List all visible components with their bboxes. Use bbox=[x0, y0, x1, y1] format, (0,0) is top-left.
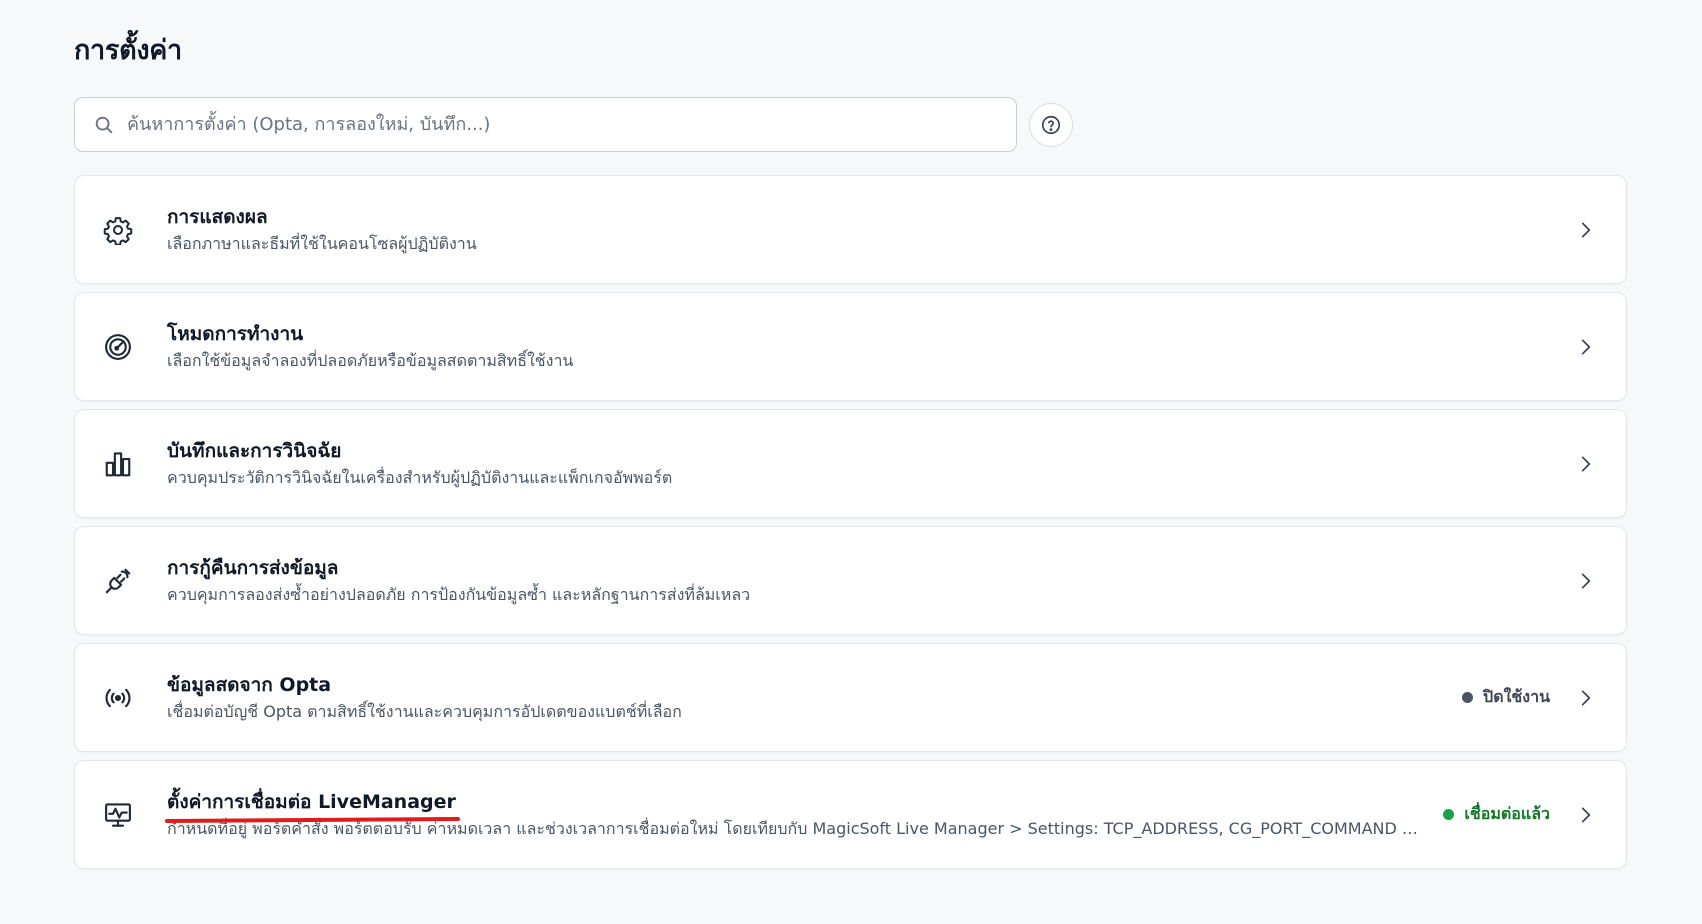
status-dot bbox=[1443, 809, 1455, 820]
status-badge: ปิดใช้งาน bbox=[1462, 685, 1550, 710]
bar-chart-icon bbox=[105, 451, 131, 476]
card-icon-wrap bbox=[101, 330, 135, 364]
card-icon-wrap bbox=[101, 213, 135, 247]
chevron-right-icon bbox=[1581, 339, 1591, 354]
card-description: ควบคุมการลองส่งซ้ำอย่างปลอดภัย การป้องกั… bbox=[167, 584, 751, 604]
chevron-right-icon bbox=[1581, 222, 1591, 237]
card-icon-wrap bbox=[101, 798, 135, 832]
card-title: การแสดงผล bbox=[167, 205, 268, 228]
card-title: การกู้คืนการส่งข้อมูล bbox=[167, 556, 339, 579]
status-label: เชื่อมต่อแล้ว bbox=[1464, 804, 1550, 823]
gear-icon bbox=[103, 216, 133, 245]
broadcast-icon bbox=[105, 688, 131, 707]
chevron-right-icon bbox=[1581, 807, 1591, 822]
settings-card-display[interactable]: การแสดงผล เลือกภาษาและธีมที่ใช้ในคอนโซลผ… bbox=[74, 175, 1627, 284]
settings-card-mode[interactable]: โหมดการทำงาน เลือกใช้ข้อมูลจำลองที่ปลอดภ… bbox=[74, 292, 1627, 401]
card-icon-wrap bbox=[101, 681, 135, 715]
card-description: เลือกภาษาและธีมที่ใช้ในคอนโซลผู้ปฏิบัติง… bbox=[167, 233, 477, 253]
settings-card-delivery-recovery[interactable]: การกู้คืนการส่งข้อมูล ควบคุมการลองส่งซ้ำ… bbox=[74, 526, 1627, 635]
help-circle-icon bbox=[1041, 115, 1061, 135]
card-icon-wrap bbox=[101, 447, 135, 481]
card-description: เชื่อมต่อบัญชี Opta ตามสิทธิ์ใช้งานและคว… bbox=[167, 701, 682, 721]
monitor-activity-icon bbox=[105, 802, 131, 827]
card-title-text: ตั้งค่าการเชื่อมต่อ LiveManager bbox=[167, 790, 456, 813]
settings-card-logs[interactable]: บันทึกและการวินิจฉัย ควบคุมประวัติการวิน… bbox=[74, 409, 1627, 518]
card-icon-wrap bbox=[101, 564, 135, 598]
card-title: ตั้งค่าการเชื่อมต่อ LiveManager bbox=[164, 789, 460, 823]
search-icon bbox=[95, 116, 113, 133]
settings-list: การแสดงผล เลือกภาษาและธีมที่ใช้ในคอนโซลผ… bbox=[74, 175, 1627, 877]
status-label: ปิดใช้งาน bbox=[1483, 687, 1550, 706]
plug-icon bbox=[105, 568, 131, 593]
search-input[interactable] bbox=[127, 98, 987, 151]
chevron-right-icon bbox=[1581, 690, 1591, 705]
page-title: การตั้งค่า bbox=[74, 35, 182, 66]
chevron-right-icon bbox=[1581, 456, 1591, 471]
status-badge: เชื่อมต่อแล้ว bbox=[1443, 802, 1550, 827]
card-title: โหมดการทำงาน bbox=[167, 322, 304, 345]
card-description: ควบคุมประวัติการวินิจฉัยในเครื่องสำหรับผ… bbox=[167, 467, 673, 487]
search-box[interactable] bbox=[74, 97, 1017, 152]
settings-card-livemanager[interactable]: ตั้งค่าการเชื่อมต่อ LiveManager กำหนดที่… bbox=[74, 760, 1627, 869]
chevron-right-icon bbox=[1581, 573, 1591, 588]
card-description: เลือกใช้ข้อมูลจำลองที่ปลอดภัยหรือข้อมูลส… bbox=[167, 350, 574, 370]
gauge-icon bbox=[105, 333, 131, 360]
card-title: บันทึกและการวินิจฉัย bbox=[167, 439, 342, 462]
settings-card-opta-live[interactable]: ข้อมูลสดจาก Opta เชื่อมต่อบัญชี Opta ตาม… bbox=[74, 643, 1627, 752]
card-title: ข้อมูลสดจาก Opta bbox=[167, 673, 332, 696]
status-dot bbox=[1462, 692, 1474, 703]
help-button[interactable] bbox=[1029, 103, 1073, 147]
